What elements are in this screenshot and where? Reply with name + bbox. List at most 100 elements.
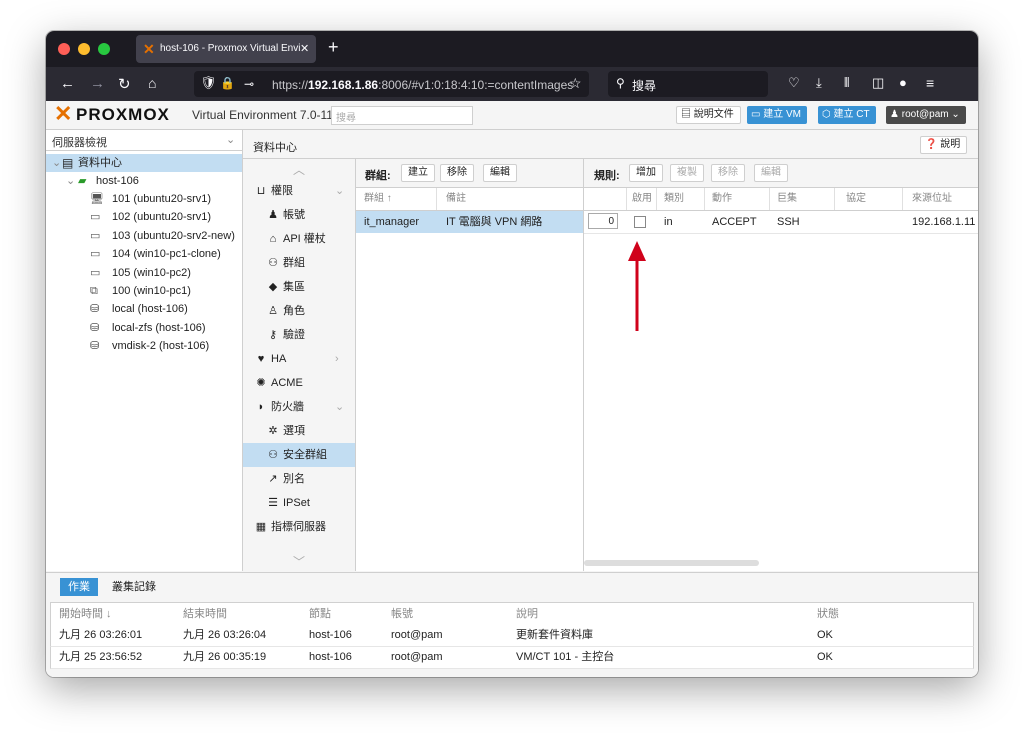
- search-input[interactable]: 搜尋: [331, 106, 473, 125]
- view-selector[interactable]: 伺服器檢視 ⌄: [46, 130, 242, 151]
- col-header-source[interactable]: 來源位址: [912, 188, 952, 210]
- remove-group-button[interactable]: 移除: [440, 164, 474, 182]
- log-row[interactable]: 九月 25 23:56:52 九月 26 00:35:19 host-106 root…: [50, 647, 974, 669]
- col-header-action[interactable]: 動作: [712, 188, 732, 210]
- tab-tasks[interactable]: 作業: [60, 578, 98, 596]
- col-header-end[interactable]: 結束時間: [183, 603, 227, 625]
- remove-rule-button[interactable]: 移除: [711, 164, 745, 182]
- menu-item[interactable]: ⌂ API 權杖: [243, 227, 355, 251]
- tag-icon: ◆: [268, 281, 278, 293]
- menu-item[interactable]: ◆ 集區: [243, 275, 355, 299]
- vm-icon: ▭: [90, 211, 101, 224]
- col-header-group[interactable]: 群組 ↑: [364, 188, 392, 210]
- tree-item[interactable]: ⛁ local (host-106): [46, 300, 242, 318]
- users-icon: ⚇: [268, 257, 278, 269]
- col-header-start[interactable]: 開始時間 ↓: [59, 603, 112, 625]
- rule-position-cell[interactable]: 0: [588, 213, 618, 229]
- tree-item-label: 103 (ubuntu20-srv2-new): [112, 229, 235, 242]
- edit-rule-button[interactable]: 編輯: [754, 164, 788, 182]
- col-header-user[interactable]: 帳號: [391, 603, 413, 625]
- menu-item[interactable]: ♙ 角色: [243, 299, 355, 323]
- close-window-button[interactable]: [58, 43, 70, 55]
- url-field[interactable]: 🛡 🔒 ⊸ https://192.168.1.86:8006/#v1:0:18…: [194, 71, 589, 97]
- rule-enable-checkbox[interactable]: [634, 216, 646, 228]
- menu-item[interactable]: ♥ HA ›: [243, 347, 355, 371]
- back-icon[interactable]: ←: [60, 75, 75, 92]
- scroll-down-icon[interactable]: ﹀: [293, 553, 305, 570]
- datacenter-menu: ︿ ⊔ 權限 ⌄ ♟ 帳號 ⌂ API 權杖 ⚇ 群組 ◆ 集區 ♙ 角色 ⚷ 驗證 ♥ HA › ✺ ACME ◗ 防火…: [243, 159, 356, 571]
- col-header-type[interactable]: 類別: [664, 188, 684, 210]
- tree-item-label: 104 (win10-pc1-clone): [112, 248, 221, 261]
- menu-item-label: 集區: [283, 281, 305, 293]
- col-header-comment[interactable]: 備註: [446, 188, 466, 210]
- account-icon[interactable]: ●: [899, 75, 907, 90]
- tree-item[interactable]: ▭ 104 (win10-pc1-clone): [46, 245, 242, 263]
- new-tab-button[interactable]: +: [328, 37, 339, 58]
- permissions-icon[interactable]: 🔒: [220, 76, 235, 90]
- menu-icon[interactable]: ≡: [926, 75, 934, 91]
- menu-item[interactable]: ⚇ 安全群組: [243, 443, 355, 467]
- tree-item[interactable]: ⛁ vmdisk-2 (host-106): [46, 337, 242, 355]
- menu-item[interactable]: ✲ 選項: [243, 419, 355, 443]
- scroll-up-icon[interactable]: ︿: [293, 161, 305, 178]
- tree-item[interactable]: ▭ 102 (ubuntu20-srv1): [46, 208, 242, 226]
- browser-search-field[interactable]: ⚲ 搜尋: [608, 71, 768, 97]
- col-header-description[interactable]: 說明: [516, 603, 538, 625]
- table-row[interactable]: 0 in ACCEPT SSH 192.168.1.11: [584, 211, 978, 234]
- pocket-icon[interactable]: ♡: [788, 75, 800, 91]
- help-button[interactable]: ❓ 說明: [920, 136, 968, 154]
- minimize-window-button[interactable]: [78, 43, 90, 55]
- tree-item-datacenter[interactable]: ⌄ ▤ 資料中心: [46, 154, 242, 172]
- tree-item[interactable]: 🖥 101 (ubuntu20-srv1): [46, 190, 242, 208]
- menu-item[interactable]: ◗ 防火牆 ⌄: [243, 395, 355, 419]
- tree-item[interactable]: ⧉ 100 (win10-pc1): [46, 282, 242, 300]
- menu-item[interactable]: ⚷ 驗證: [243, 323, 355, 347]
- col-header-enabled[interactable]: 啟用: [632, 188, 652, 210]
- home-icon[interactable]: ⌂: [148, 75, 156, 91]
- tree-item[interactable]: ⛁ local-zfs (host-106): [46, 319, 242, 337]
- proxmox-x-logo-icon: ✕: [54, 101, 73, 126]
- sidebar-icon[interactable]: ◫: [872, 75, 884, 91]
- tree-item[interactable]: ▭ 103 (ubuntu20-srv2-new): [46, 227, 242, 245]
- menu-item[interactable]: ✺ ACME: [243, 371, 355, 395]
- copy-rule-button[interactable]: 複製: [670, 164, 704, 182]
- table-row[interactable]: it_manager IT 電腦與 VPN 網路: [356, 211, 583, 233]
- library-icon[interactable]: ⫴: [844, 75, 849, 91]
- documentation-button[interactable]: ▤ 說明文件: [676, 106, 741, 124]
- menu-item[interactable]: ☰ IPSet: [243, 491, 355, 515]
- menu-item[interactable]: ↗ 別名: [243, 467, 355, 491]
- menu-item[interactable]: ⊔ 權限 ⌄: [243, 179, 355, 203]
- bookmark-star-icon[interactable]: ☆: [569, 75, 582, 92]
- zoom-window-button[interactable]: [98, 43, 110, 55]
- create-group-button[interactable]: 建立: [401, 164, 435, 182]
- external-link-icon: ↗: [268, 473, 278, 485]
- gear-icon: ✲: [268, 425, 278, 437]
- menu-item[interactable]: ▦ 指標伺服器: [243, 515, 355, 539]
- col-header-macro[interactable]: 巨集: [777, 188, 797, 210]
- tree-item-node[interactable]: ⌄ ▰ host-106: [46, 172, 242, 190]
- create-ct-button[interactable]: ⬡ 建立 CT: [818, 106, 876, 124]
- reload-icon[interactable]: ↻: [118, 75, 131, 93]
- user-menu-button[interactable]: ♟ root@pam ⌄: [886, 106, 966, 124]
- log-cell-status: OK: [817, 651, 833, 663]
- col-header-status[interactable]: 狀態: [817, 603, 839, 625]
- download-icon[interactable]: ⤓: [816, 75, 822, 91]
- tree-item[interactable]: ▭ 105 (win10-pc2): [46, 264, 242, 282]
- create-vm-button[interactable]: ▭ 建立 VM: [747, 106, 808, 124]
- col-header-protocol[interactable]: 協定: [846, 188, 866, 210]
- menu-item[interactable]: ⚇ 群組: [243, 251, 355, 275]
- rules-toolbar: 規則: 增加 複製 移除 編輯: [584, 159, 978, 188]
- forward-icon[interactable]: →: [90, 75, 105, 92]
- vm-icon: ▭: [90, 229, 101, 242]
- add-rule-button[interactable]: 增加: [629, 164, 663, 182]
- tab-close-icon[interactable]: ✕: [300, 42, 309, 55]
- log-cell-node: host-106: [309, 651, 352, 663]
- log-row[interactable]: 九月 26 03:26:01 九月 26 03:26:04 host-106 root…: [50, 625, 974, 647]
- browser-tab[interactable]: ✕ host-106 - Proxmox Virtual Envi ✕: [136, 35, 316, 63]
- col-header-node[interactable]: 節點: [309, 603, 331, 625]
- horizontal-scrollbar[interactable]: [584, 560, 759, 566]
- tab-cluster-log[interactable]: 叢集記錄: [104, 578, 164, 596]
- menu-item[interactable]: ♟ 帳號: [243, 203, 355, 227]
- edit-group-button[interactable]: 編輯: [483, 164, 517, 182]
- users-icon: ⚇: [268, 449, 278, 461]
